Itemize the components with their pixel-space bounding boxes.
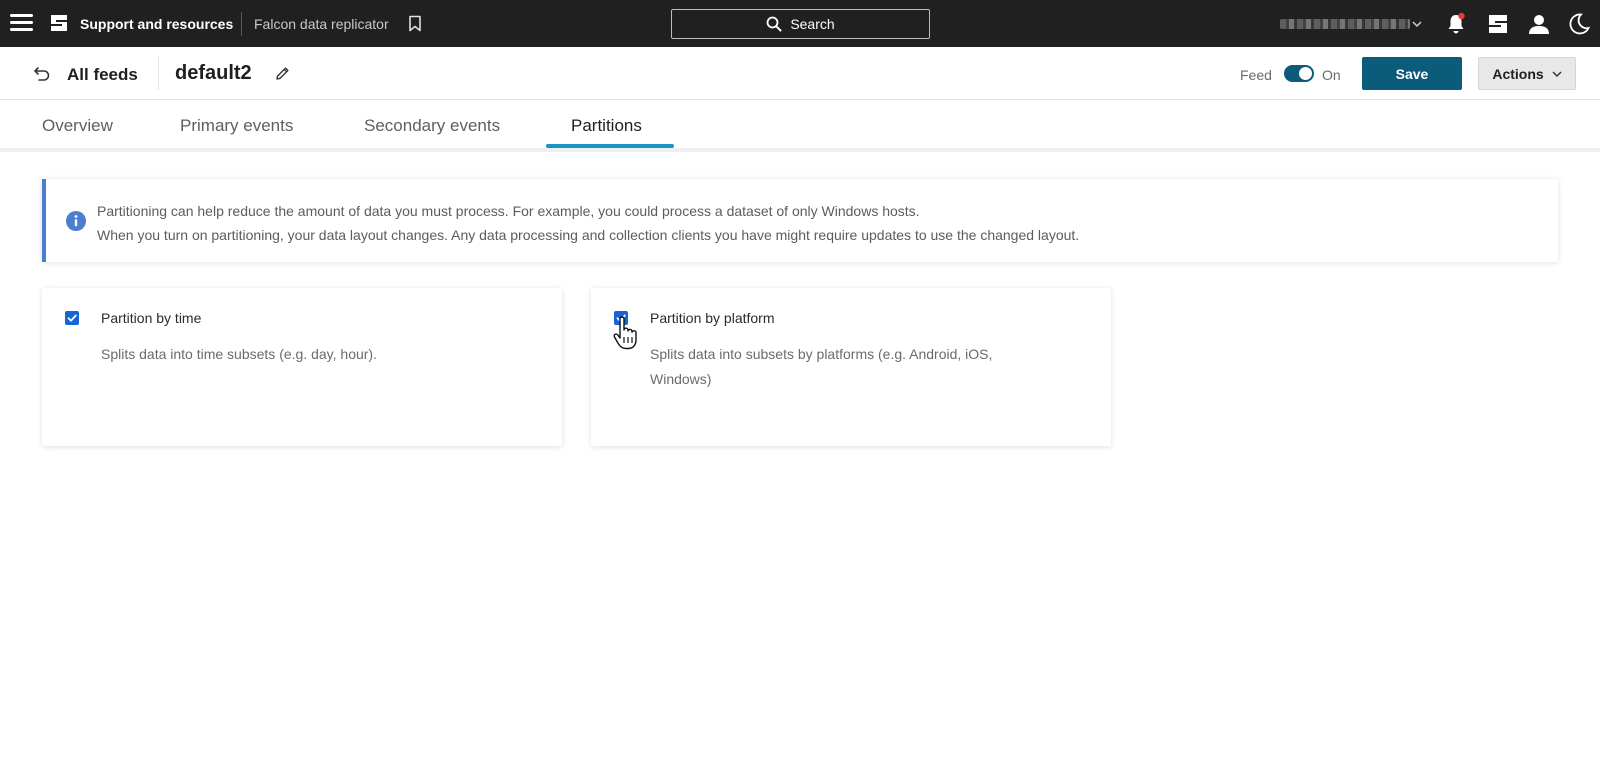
feed-toggle-switch[interactable] — [1284, 65, 1314, 82]
app-name[interactable]: Falcon data replicator — [254, 16, 389, 32]
partition-by-time-checkbox[interactable] — [65, 311, 79, 325]
feed-toggle-label: Feed — [1240, 67, 1272, 83]
tab-overview[interactable]: Overview — [42, 116, 113, 136]
partition-description: Splits data into time subsets (e.g. day,… — [101, 346, 377, 362]
header-separator — [158, 56, 159, 90]
partition-card-time: Partition by time Splits data into time … — [42, 288, 562, 446]
info-text-line-2: When you turn on partitioning, your data… — [97, 227, 1080, 243]
user-profile-icon[interactable] — [1527, 12, 1551, 36]
brand-separator — [241, 12, 242, 36]
feed-toggle-state: On — [1322, 67, 1341, 83]
info-banner: Partitioning can help reduce the amount … — [42, 179, 1558, 262]
active-tab-indicator — [546, 144, 674, 148]
all-feeds-link[interactable]: All feeds — [67, 65, 138, 85]
account-name-redacted — [1280, 19, 1410, 29]
tab-primary-events[interactable]: Primary events — [180, 116, 293, 136]
account-selector[interactable] — [1280, 17, 1422, 31]
falcon-apps-icon[interactable] — [1486, 12, 1510, 36]
tab-partitions[interactable]: Partitions — [571, 116, 642, 136]
checkmark-icon — [67, 314, 77, 322]
page-title: default2 — [175, 62, 252, 84]
tab-bar: Overview Primary events Secondary events… — [0, 100, 1600, 152]
top-navigation-bar: Support and resources Falcon data replic… — [0, 0, 1600, 47]
notification-dot — [1458, 12, 1465, 20]
back-arrow-icon[interactable] — [33, 65, 51, 83]
toggle-knob — [1299, 67, 1312, 80]
hamburger-menu-icon[interactable] — [10, 12, 34, 34]
pencil-edit-icon[interactable] — [275, 66, 290, 81]
global-search-button[interactable]: Search — [671, 9, 930, 39]
falcon-logo-icon[interactable] — [48, 12, 70, 34]
actions-dropdown-button[interactable]: Actions — [1478, 57, 1576, 90]
page-header: All feeds default2 Feed On Save Actions — [0, 47, 1600, 100]
dark-mode-moon-icon[interactable] — [1567, 12, 1591, 36]
info-text-line-1: Partitioning can help reduce the amount … — [97, 203, 920, 219]
bookmark-icon[interactable] — [408, 15, 422, 32]
chevron-down-icon — [1552, 70, 1562, 77]
brand-title[interactable]: Support and resources — [80, 16, 233, 32]
partition-description: Splits data into subsets by platforms (e… — [650, 346, 993, 387]
info-icon — [66, 211, 86, 231]
save-button[interactable]: Save — [1362, 57, 1462, 90]
search-label: Search — [790, 16, 835, 32]
search-icon — [766, 16, 782, 32]
hand-pointer-cursor-icon — [613, 316, 637, 350]
partition-title: Partition by platform — [650, 310, 775, 326]
partition-card-platform: Partition by platform Splits data into s… — [591, 288, 1111, 446]
actions-label: Actions — [1492, 65, 1544, 82]
chevron-down-icon — [1412, 21, 1422, 28]
partition-title: Partition by time — [101, 310, 202, 326]
notifications-bell-icon[interactable] — [1444, 12, 1468, 36]
tab-secondary-events[interactable]: Secondary events — [364, 116, 500, 136]
